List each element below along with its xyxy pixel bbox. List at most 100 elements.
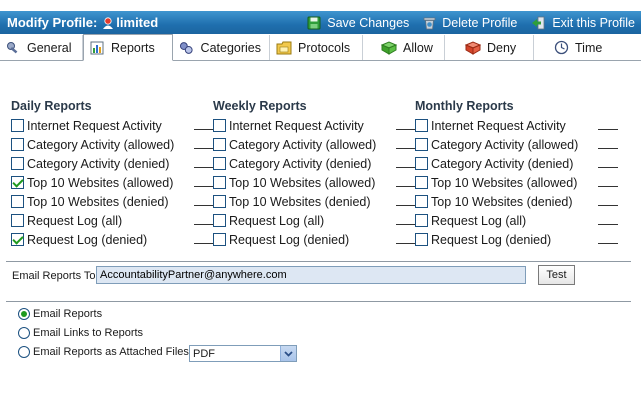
delivery-option-email-links[interactable]: Email Links to Reports: [18, 327, 143, 339]
weekly-checkbox[interactable]: [213, 214, 226, 227]
weekly-report-item[interactable]: Category Activity (allowed): [213, 135, 416, 154]
profile-user-icon: [103, 16, 114, 29]
weekly-report-item[interactable]: Request Log (all): [213, 211, 416, 230]
title-bar: Modify Profile: limited Save Changes Del…: [0, 11, 641, 34]
slot-line: [598, 186, 618, 187]
save-changes-button[interactable]: Save Changes: [307, 16, 409, 30]
delete-profile-button[interactable]: Delete Profile: [423, 16, 517, 30]
weekly-report-item[interactable]: Internet Request Activity: [213, 116, 416, 135]
weekly-report-item[interactable]: Category Activity (denied): [213, 154, 416, 173]
slot-line: [194, 148, 214, 149]
weekly-checkbox[interactable]: [213, 138, 226, 151]
exit-profile-label: Exit this Profile: [552, 15, 635, 30]
delivery-option-email-reports[interactable]: Email Reports: [18, 308, 102, 320]
slot-line: [194, 243, 214, 244]
slot-line: [194, 205, 214, 206]
daily-reports-heading: Daily Reports: [11, 99, 92, 113]
delivery-radio[interactable]: [18, 308, 30, 320]
save-changes-label: Save Changes: [327, 15, 410, 30]
green-book-icon: [381, 40, 397, 55]
daily-checkbox[interactable]: [11, 176, 24, 189]
daily-reports-column: Daily Reports Internet Request Activity …: [11, 99, 214, 249]
monthly-report-item[interactable]: Request Log (denied): [415, 230, 620, 249]
weekly-checkbox[interactable]: [213, 157, 226, 170]
slot-line: [396, 205, 416, 206]
daily-checkbox[interactable]: [11, 214, 24, 227]
email-reports-label: Email Reports To:: [12, 270, 99, 282]
profile-tabs: General Reports Categories Protocols All…: [0, 34, 641, 61]
slot-line: [194, 167, 214, 168]
daily-report-item[interactable]: Internet Request Activity: [11, 116, 214, 135]
monthly-checkbox[interactable]: [415, 157, 428, 170]
monthly-report-item[interactable]: Category Activity (denied): [415, 154, 620, 173]
slot-line: [396, 129, 416, 130]
slot-line: [598, 148, 618, 149]
weekly-checkbox[interactable]: [213, 233, 226, 246]
delivery-radio[interactable]: [18, 327, 30, 339]
test-email-button[interactable]: Test: [538, 265, 575, 285]
weekly-report-item[interactable]: Top 10 Websites (allowed): [213, 173, 416, 192]
daily-checkbox[interactable]: [11, 157, 24, 170]
daily-checkbox[interactable]: [11, 195, 24, 208]
slot-line: [396, 148, 416, 149]
chevron-down-icon[interactable]: [280, 346, 296, 361]
slot-line: [598, 167, 618, 168]
delivery-option-attached-files[interactable]: Email Reports as Attached Files: [18, 346, 189, 358]
exit-profile-button[interactable]: Exit this Profile: [531, 16, 635, 30]
delete-profile-label: Delete Profile: [442, 15, 518, 30]
tab-reports[interactable]: Reports: [83, 34, 173, 61]
weekly-checkbox[interactable]: [213, 195, 226, 208]
monthly-report-item[interactable]: Internet Request Activity: [415, 116, 620, 135]
slot-line: [598, 129, 618, 130]
daily-report-item[interactable]: Top 10 Websites (allowed): [11, 173, 214, 192]
tab-time[interactable]: Time: [534, 35, 641, 60]
monthly-checkbox[interactable]: [415, 195, 428, 208]
tab-protocols[interactable]: Protocols: [270, 35, 363, 60]
monthly-reports-heading: Monthly Reports: [415, 99, 514, 113]
chart-icon: [90, 41, 104, 54]
slot-line: [598, 243, 618, 244]
monthly-report-item[interactable]: Request Log (all): [415, 211, 620, 230]
delivery-option-label: Email Reports: [33, 308, 103, 320]
slot-line: [194, 129, 214, 130]
tab-general-label: General: [27, 40, 72, 55]
weekly-checkbox[interactable]: [213, 176, 226, 189]
monthly-report-item[interactable]: Top 10 Websites (allowed): [415, 173, 620, 192]
tab-categories-label: Categories: [200, 40, 261, 55]
daily-report-item[interactable]: Category Activity (denied): [11, 154, 214, 173]
attachment-format-select[interactable]: PDF: [189, 345, 297, 362]
weekly-checkbox[interactable]: [213, 119, 226, 132]
monthly-checkbox[interactable]: [415, 233, 428, 246]
monthly-checkbox[interactable]: [415, 176, 428, 189]
weekly-report-item[interactable]: Request Log (denied): [213, 230, 416, 249]
tab-protocols-label: Protocols: [298, 40, 351, 55]
monthly-report-item[interactable]: Category Activity (allowed): [415, 135, 620, 154]
protocols-icon: [276, 41, 292, 54]
email-reports-input[interactable]: [96, 266, 526, 284]
profile-name: limited: [116, 15, 159, 30]
tab-allow[interactable]: Allow: [363, 35, 445, 60]
weekly-reports-heading: Weekly Reports: [213, 99, 307, 113]
tab-deny[interactable]: Deny: [445, 35, 534, 60]
tab-general[interactable]: General: [0, 35, 83, 60]
daily-report-item[interactable]: Request Log (all): [11, 211, 214, 230]
daily-report-item[interactable]: Request Log (denied): [11, 230, 214, 249]
monthly-report-item[interactable]: Top 10 Websites (denied): [415, 192, 620, 211]
slot-line: [598, 224, 618, 225]
monthly-checkbox[interactable]: [415, 138, 428, 151]
tab-categories[interactable]: Categories: [173, 35, 270, 60]
clock-icon: [554, 40, 569, 55]
delivery-radio[interactable]: [18, 346, 30, 358]
divider: [6, 261, 631, 262]
monthly-checkbox[interactable]: [415, 119, 428, 132]
daily-checkbox[interactable]: [11, 119, 24, 132]
tab-deny-label: Deny: [487, 40, 517, 55]
daily-checkbox[interactable]: [11, 233, 24, 246]
daily-report-item[interactable]: Category Activity (allowed): [11, 135, 214, 154]
weekly-report-item[interactable]: Top 10 Websites (denied): [213, 192, 416, 211]
delivery-option-label: Email Links to Reports: [33, 327, 144, 339]
exit-icon: [532, 16, 545, 29]
daily-report-item[interactable]: Top 10 Websites (denied): [11, 192, 214, 211]
daily-checkbox[interactable]: [11, 138, 24, 151]
monthly-checkbox[interactable]: [415, 214, 428, 227]
